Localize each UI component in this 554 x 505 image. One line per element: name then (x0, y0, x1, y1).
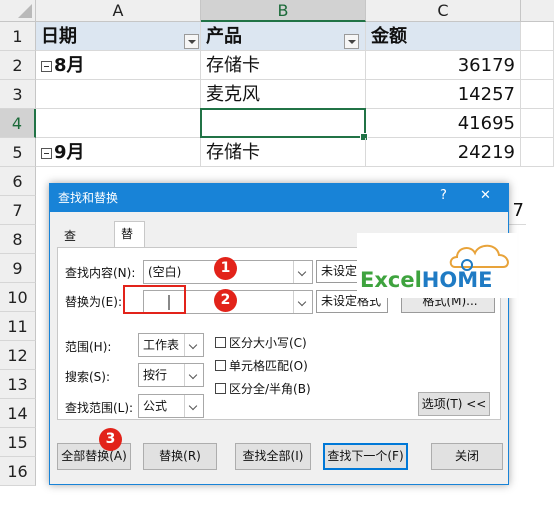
collapse-minus-icon[interactable] (41, 61, 52, 72)
match-width-label: 区分全/半角(B) (229, 382, 311, 396)
cell-b3[interactable]: 麦克风 (201, 80, 366, 109)
dialog-titlebar[interactable]: 查找和替换 ? ✕ (50, 184, 508, 212)
look-in-value: 公式 (143, 399, 168, 413)
cell-c5[interactable]: 24219 (366, 138, 521, 167)
scope-select[interactable]: 工作表 (138, 333, 204, 357)
close-icon[interactable]: ✕ (480, 188, 491, 203)
cell-a2[interactable]: 8月 (36, 51, 201, 80)
step-badge-2: 2 (214, 289, 237, 312)
row-header-14[interactable]: 14 (0, 399, 36, 428)
cell-a1[interactable]: 日期 (36, 22, 201, 51)
close-button[interactable]: 关闭 (431, 443, 503, 470)
match-case-label: 区分大小写(C) (229, 336, 307, 350)
column-header-d[interactable] (521, 0, 554, 22)
step-badge-3: 3 (99, 428, 122, 451)
tab-replace[interactable]: 替换(P) (114, 221, 145, 289)
header-date: 日期 (41, 26, 77, 47)
filter-dropdown-icon[interactable] (184, 34, 199, 49)
scope-label: 范围(H): (65, 340, 112, 354)
find-what-value: (空白) (148, 265, 182, 279)
cell-b1[interactable]: 产品 (201, 22, 366, 51)
look-in-select[interactable]: 公式 (138, 394, 204, 418)
search-order-value: 按行 (143, 368, 168, 382)
row-header-3[interactable]: 3 (0, 80, 36, 109)
tab-find[interactable]: 查找(D) (58, 225, 89, 287)
row-header-15[interactable]: 15 (0, 428, 36, 457)
match-cell-label: 单元格匹配(O) (229, 359, 308, 373)
dialog-title: 查找和替换 (58, 191, 119, 205)
row-header-4[interactable]: 4 (0, 109, 36, 138)
chevron-down-icon[interactable] (184, 395, 203, 417)
header-product: 产品 (206, 26, 242, 47)
column-header-b[interactable]: B (201, 0, 366, 22)
step-badge-1: 1 (214, 257, 237, 280)
column-header-a[interactable]: A (36, 0, 201, 22)
cell-a5[interactable]: 9月 (36, 138, 201, 167)
find-next-button[interactable]: 查找下一个(F) (323, 443, 408, 470)
cell-c4[interactable]: 41695 (366, 109, 521, 138)
row-header-5[interactable]: 5 (0, 138, 36, 167)
logo-excel-text: Excel (360, 268, 422, 292)
replace-with-label: 替换为(E): (65, 295, 122, 309)
cell-d3[interactable] (521, 80, 554, 109)
cell-d4[interactable] (521, 109, 554, 138)
chevron-down-icon[interactable] (293, 261, 312, 283)
cell-c2[interactable]: 36179 (366, 51, 521, 80)
header-amount: 金额 (371, 26, 407, 47)
cell-b5[interactable]: 存储卡 (201, 138, 366, 167)
row-header-9[interactable]: 9 (0, 254, 36, 283)
cell-a3[interactable] (36, 80, 201, 109)
row-header-11[interactable]: 11 (0, 312, 36, 341)
group-label-8: 8月 (54, 55, 85, 76)
search-order-select[interactable]: 按行 (138, 363, 204, 387)
row-header-10[interactable]: 10 (0, 283, 36, 312)
chevron-down-icon[interactable] (184, 364, 203, 386)
checkbox-icon[interactable] (215, 383, 226, 394)
cell-d1[interactable] (521, 22, 554, 51)
group-label-9: 9月 (54, 142, 85, 163)
column-header-c[interactable]: C (366, 0, 521, 22)
logo-wordmark: ExcelHOME (360, 268, 492, 292)
match-width-checkbox[interactable]: 区分全/半角(B) (215, 380, 311, 397)
checkbox-icon[interactable] (215, 360, 226, 371)
cell-d5[interactable] (521, 138, 554, 167)
options-button[interactable]: 选项(T) << (418, 392, 490, 416)
cell-a4[interactable] (36, 109, 201, 138)
help-icon[interactable]: ? (440, 188, 447, 203)
cell-c1[interactable]: 金额 (366, 22, 521, 51)
row-header-6[interactable]: 6 (0, 167, 36, 196)
collapse-minus-icon[interactable] (41, 148, 52, 159)
chevron-down-icon[interactable] (184, 334, 203, 356)
row-header-16[interactable]: 16 (0, 457, 36, 486)
select-all-corner[interactable] (0, 0, 36, 22)
match-cell-checkbox[interactable]: 单元格匹配(O) (215, 357, 308, 374)
replace-all-button[interactable]: 全部替换(A) (57, 443, 131, 470)
logo-home-text: HOME (421, 268, 493, 292)
row-header-7[interactable]: 7 (0, 196, 36, 225)
row-header-1[interactable]: 1 (0, 22, 36, 51)
find-what-label: 查找内容(N): (65, 266, 136, 280)
replace-button[interactable]: 替换(R) (143, 443, 217, 470)
find-all-button[interactable]: 查找全部(I) (235, 443, 311, 470)
row-header-12[interactable]: 12 (0, 341, 36, 370)
cell-b2[interactable]: 存储卡 (201, 51, 366, 80)
cell-c7-partial[interactable]: 7 (509, 196, 526, 225)
match-case-checkbox[interactable]: 区分大小写(C) (215, 334, 307, 351)
cell-d2[interactable] (521, 51, 554, 80)
scope-value: 工作表 (143, 338, 180, 352)
checkbox-icon[interactable] (215, 337, 226, 348)
excelhome-logo: ExcelHOME (357, 233, 517, 298)
filter-dropdown-icon[interactable] (344, 34, 359, 49)
row-header-2[interactable]: 2 (0, 51, 36, 80)
look-in-label: 查找范围(L): (65, 401, 134, 415)
active-cell-selection[interactable] (200, 108, 366, 138)
row-header-8[interactable]: 8 (0, 225, 36, 254)
chevron-down-icon[interactable] (293, 291, 312, 313)
search-label: 搜索(S): (65, 370, 111, 384)
cell-c3[interactable]: 14257 (366, 80, 521, 109)
row-header-13[interactable]: 13 (0, 370, 36, 399)
highlight-box (123, 285, 186, 314)
